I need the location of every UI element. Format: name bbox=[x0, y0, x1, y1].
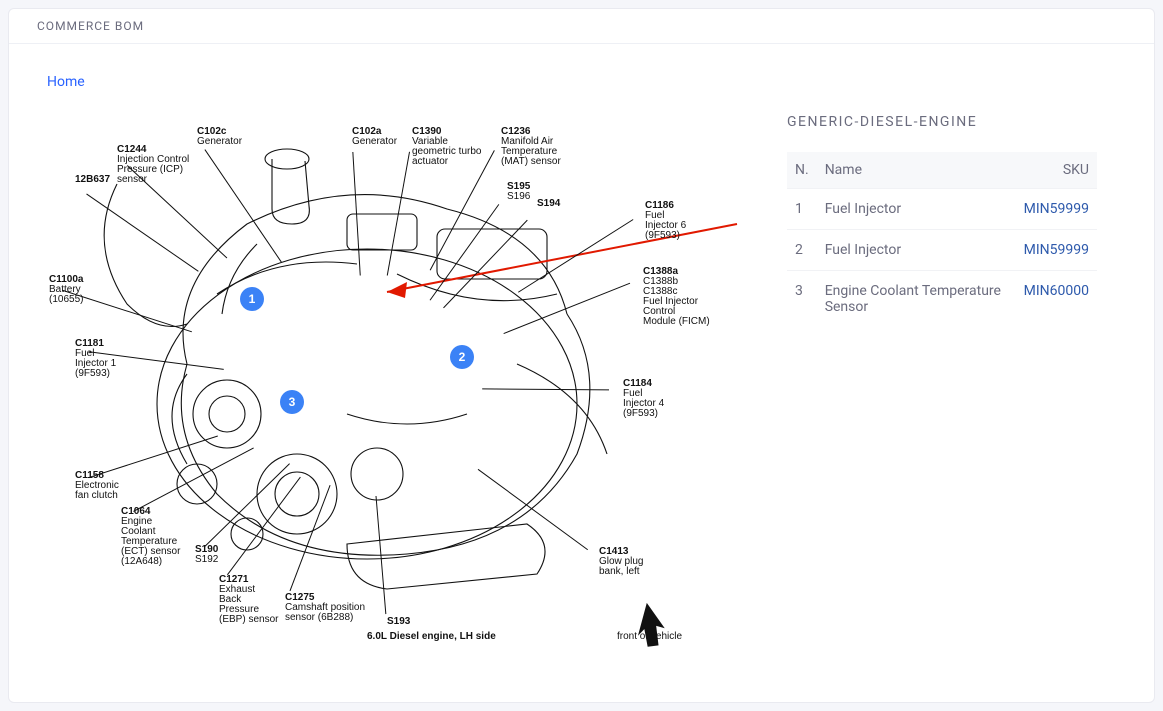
cell-n: 1 bbox=[787, 189, 817, 230]
diagram-hotspot-2[interactable]: 2 bbox=[450, 345, 474, 369]
diagram-callout-label: Generator bbox=[352, 136, 398, 147]
product-title: GENERIC-DIESEL-ENGINE bbox=[787, 114, 1097, 130]
diagram-hotspot-3[interactable]: 3 bbox=[280, 390, 304, 414]
cell-sku[interactable]: MIN59999 bbox=[1016, 230, 1097, 271]
table-row[interactable]: 2Fuel InjectorMIN59999 bbox=[787, 230, 1097, 271]
svg-text:2: 2 bbox=[459, 350, 466, 364]
diagram-callout-label: S194 bbox=[537, 198, 561, 209]
bom-table: N. Name SKU 1Fuel InjectorMIN599992Fuel … bbox=[787, 152, 1097, 327]
cell-sku[interactable]: MIN59999 bbox=[1016, 189, 1097, 230]
page-header: COMMERCE BOM bbox=[9, 9, 1154, 44]
cell-sku[interactable]: MIN60000 bbox=[1016, 271, 1097, 328]
diagram-callout-label: sensor bbox=[117, 174, 148, 185]
cell-name: Fuel Injector bbox=[817, 189, 1016, 230]
diagram-callout-label: (9F593) bbox=[75, 368, 110, 379]
diagram-callout-label: fan clutch bbox=[75, 490, 118, 501]
col-name: Name bbox=[817, 152, 1016, 189]
diagram-callout-label: 12B637 bbox=[75, 174, 110, 185]
breadcrumb: Home bbox=[47, 74, 1116, 90]
diagram-callout-label: actuator bbox=[412, 156, 449, 167]
diagram-callout-label: (MAT) sensor bbox=[501, 156, 561, 167]
svg-text:3: 3 bbox=[289, 395, 296, 409]
cell-n: 2 bbox=[787, 230, 817, 271]
diagram-callout-label: (10655) bbox=[49, 294, 83, 305]
diagram-callout-label: sensor (6B288) bbox=[285, 612, 353, 623]
col-sku: SKU bbox=[1016, 152, 1097, 189]
cell-name: Engine Coolant Temperature Sensor bbox=[817, 271, 1016, 328]
front-of-vehicle-label: front of vehicle bbox=[617, 631, 682, 642]
breadcrumb-home-link[interactable]: Home bbox=[47, 74, 85, 90]
diagram-callout-label: S193 bbox=[387, 616, 411, 627]
cell-name: Fuel Injector bbox=[817, 230, 1016, 271]
diagram-callout-label: (12A648) bbox=[121, 556, 162, 567]
svg-text:1: 1 bbox=[249, 292, 256, 306]
diagram-callout-label: (9F593) bbox=[623, 408, 658, 419]
header-title: COMMERCE BOM bbox=[37, 19, 144, 33]
cell-n: 3 bbox=[787, 271, 817, 328]
diagram-callout-label: (9F593) bbox=[645, 230, 680, 241]
diagram-callout-label: S192 bbox=[195, 554, 219, 565]
col-n: N. bbox=[787, 152, 817, 189]
table-row[interactable]: 3Engine Coolant Temperature SensorMIN600… bbox=[787, 271, 1097, 328]
diagram-callout-label: Module (FICM) bbox=[643, 316, 710, 327]
diagram-callout-label: S196 bbox=[507, 191, 531, 202]
diagram-callout-label: Generator bbox=[197, 136, 243, 147]
diagram-hotspot-1[interactable]: 1 bbox=[240, 287, 264, 311]
diagram-caption: 6.0L Diesel engine, LH side bbox=[367, 631, 496, 642]
diagram-callout-label: (EBP) sensor bbox=[219, 614, 279, 625]
diagram-callout-label: bank, left bbox=[599, 566, 640, 577]
table-row[interactable]: 1Fuel InjectorMIN59999 bbox=[787, 189, 1097, 230]
engine-diagram: front of vehicle 6.0L Diesel engine, LH … bbox=[47, 114, 747, 674]
